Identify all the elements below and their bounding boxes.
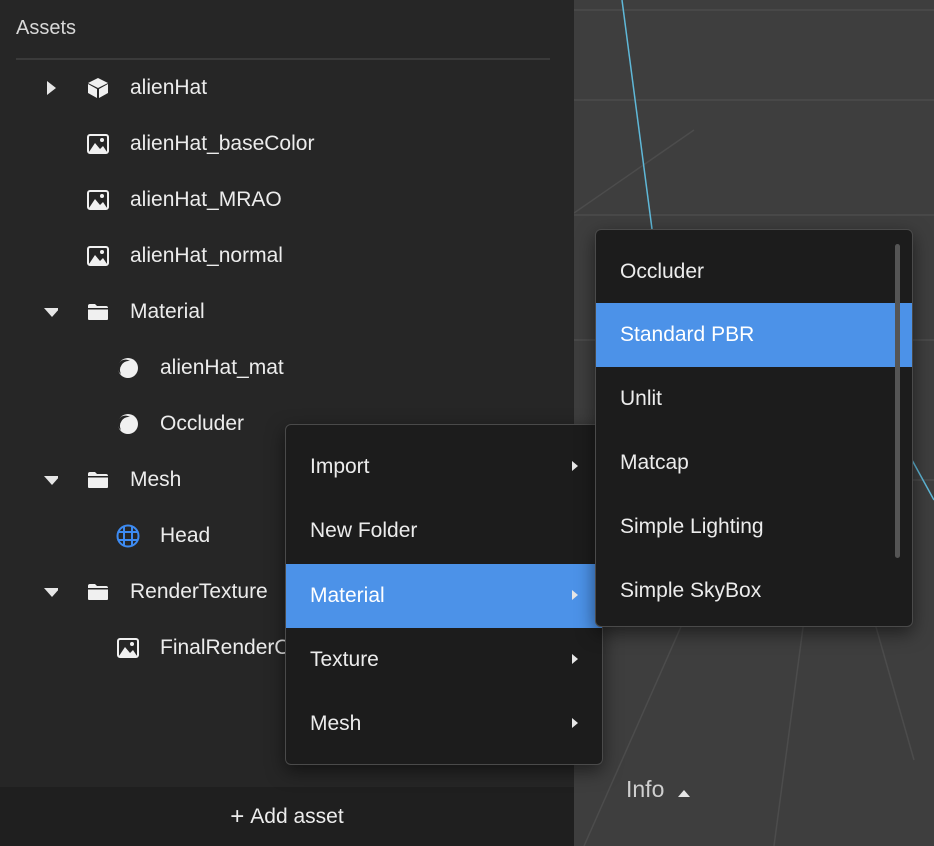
menu-item-label: Occluder [620,260,705,283]
panel-title: Assets [16,17,77,39]
material-submenu: Occluder Standard PBR Unlit Matcap Simpl… [595,229,913,627]
tree-item-head[interactable]: Head [0,516,284,556]
image-icon [116,636,140,660]
tree-item-alienhat-mat[interactable]: alienHat_mat [0,348,574,388]
expand-arrow-icon[interactable] [44,81,58,95]
collapse-arrow-icon[interactable] [44,473,58,487]
menu-item-label: Matcap [620,451,689,474]
menu-item-import[interactable]: Import [286,435,602,499]
submenu-item-standard-pbr[interactable]: Standard PBR [596,303,912,367]
image-icon [86,244,110,268]
caret-up-icon [678,776,691,803]
menu-item-label: Simple Lighting [620,515,764,538]
add-asset-label: Add asset [250,804,344,828]
tree-item-alienhat-normal[interactable]: alienHat_normal [0,236,574,276]
menu-item-texture[interactable]: Texture [286,628,602,692]
submenu-arrow-icon [572,590,578,600]
add-asset-button[interactable]: + Add asset [230,803,343,831]
menu-item-label: Mesh [310,712,362,735]
menu-item-new-folder[interactable]: New Folder [286,499,602,563]
tree-item-label: alienHat_baseColor [130,132,315,155]
material-icon [116,356,140,380]
submenu-item-matcap[interactable]: Matcap [596,431,912,495]
tree-item-alienhat-basecolor[interactable]: alienHat_baseColor [0,124,574,164]
menu-item-label: Standard PBR [620,323,755,346]
menu-item-label: Material [310,584,385,607]
mesh-grid-icon [116,524,140,548]
tree-item-mesh-folder[interactable]: Mesh [0,460,284,500]
plus-icon: + [230,802,245,830]
folder-icon [86,468,110,492]
menu-item-label: Unlit [620,387,663,410]
image-icon [86,132,110,156]
menu-item-label: New Folder [310,519,418,542]
info-label: Info [626,776,665,802]
menu-item-label: Texture [310,648,379,671]
tree-item-label: alienHat_MRAO [130,188,282,211]
submenu-arrow-icon [572,461,578,471]
submenu-item-unlit[interactable]: Unlit [596,367,912,431]
submenu-arrow-icon [572,718,578,728]
submenu-scrollbar[interactable] [895,244,900,558]
image-icon [86,188,110,212]
tree-item-alienhat[interactable]: alienHat [0,68,574,108]
tree-item-label: Material [130,300,205,323]
tree-item-rendertexture-folder[interactable]: RenderTexture [0,572,284,612]
tree-item-label: Mesh [130,468,182,491]
menu-item-label: Simple SkyBox [620,579,762,602]
folder-icon [86,300,110,324]
menu-item-mesh[interactable]: Mesh [286,692,602,756]
add-asset-bar: + Add asset [0,787,574,846]
material-icon [116,412,140,436]
submenu-arrow-icon [572,654,578,664]
tree-item-label: alienHat [130,76,208,99]
tree-item-label: alienHat_normal [130,244,283,267]
tree-item-material-folder[interactable]: Material [0,292,574,332]
menu-item-label: Import [310,455,370,478]
collapse-arrow-icon[interactable] [44,305,58,319]
menu-item-material[interactable]: Material [286,564,602,628]
tree-item-occluder[interactable]: Occluder [0,404,284,444]
collapse-arrow-icon[interactable] [44,585,58,599]
tree-item-label: Occluder [160,412,245,435]
submenu-item-simple-skybox[interactable]: Simple SkyBox [596,559,912,623]
submenu-item-occluder[interactable]: Occluder [596,240,912,304]
tree-item-label: Head [160,524,211,547]
context-menu: Import New Folder Material Texture Mesh [285,424,603,765]
info-toggle[interactable]: Info [626,776,691,803]
folder-icon [86,580,110,604]
tree-item-alienhat-mrao[interactable]: alienHat_MRAO [0,180,574,220]
submenu-item-simple-lighting[interactable]: Simple Lighting [596,495,912,559]
title-divider [16,58,550,60]
cube-icon [86,76,110,100]
tree-item-label: RenderTexture [130,580,268,603]
tree-item-label: alienHat_mat [160,356,284,379]
